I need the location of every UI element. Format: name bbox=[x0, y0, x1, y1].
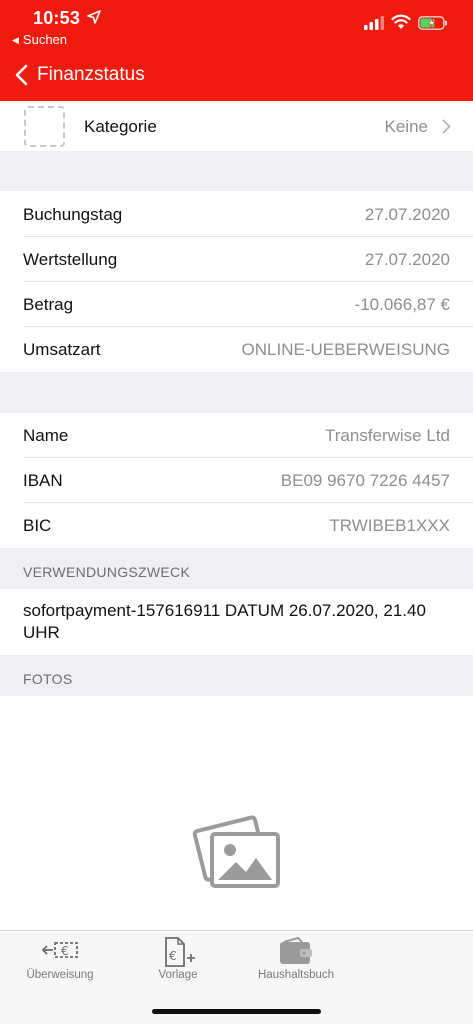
category-value: Keine bbox=[384, 117, 428, 136]
detail-value: 27.07.2020 bbox=[364, 205, 450, 224]
purpose-header-label: VERWENDUNGSZWECK bbox=[23, 564, 191, 580]
detail-row-booking-day: Buchungstag 27.07.2020 bbox=[0, 191, 473, 237]
detail-label: Umsatzart bbox=[23, 340, 101, 359]
detail-row-transaction-type: Umsatzart ONLINE-UEBERWEISUNG bbox=[0, 327, 473, 372]
detail-value: 27.07.2020 bbox=[364, 250, 450, 269]
wifi-icon bbox=[391, 14, 411, 29]
detail-row-amount: Betrag -10.066,87 € bbox=[0, 282, 473, 327]
photos-section-header: FOTOS bbox=[0, 655, 473, 696]
back-chevron-icon[interactable] bbox=[14, 64, 28, 86]
detail-row-name: Name Transferwise Ltd bbox=[0, 413, 473, 458]
tab-label: Vorlage bbox=[158, 969, 198, 981]
top-bar: 10:53 ◀ Suchen Finanzstatus bbox=[0, 0, 473, 101]
detail-label: Betrag bbox=[23, 295, 74, 314]
chevron-right-icon bbox=[442, 119, 451, 134]
cellular-signal-icon bbox=[364, 16, 384, 30]
category-label: Kategorie bbox=[84, 117, 157, 136]
detail-row-bic: BIC TRWIBEB1XXX bbox=[0, 503, 473, 548]
detail-row-iban: IBAN BE09 9670 7226 4457 bbox=[0, 458, 473, 503]
detail-value: TRWIBEB1XXX bbox=[329, 516, 450, 535]
purpose-text: sofortpayment-157616911 DATUM 26.07.2020… bbox=[23, 601, 426, 642]
purpose-section-header: VERWENDUNGSZWECK bbox=[0, 548, 473, 589]
wallet-icon bbox=[280, 936, 312, 964]
detail-label: Name bbox=[23, 426, 69, 445]
section-gap bbox=[0, 151, 473, 191]
location-arrow-icon bbox=[87, 10, 101, 24]
detail-value: Transferwise Ltd bbox=[324, 426, 450, 445]
status-time: 10:53 bbox=[33, 8, 81, 28]
category-row[interactable]: Kategorie Keine bbox=[0, 101, 473, 151]
svg-text:€: € bbox=[61, 944, 69, 958]
svg-text:€: € bbox=[169, 949, 177, 963]
page-title[interactable]: Finanzstatus bbox=[37, 64, 145, 86]
transfer-icon: € bbox=[41, 942, 78, 958]
detail-value: ONLINE-UEBERWEISUNG bbox=[241, 340, 450, 359]
template-icon: € bbox=[165, 937, 195, 967]
back-to-app-link[interactable]: ◀ Suchen bbox=[12, 32, 67, 47]
photos-header-label: FOTOS bbox=[23, 671, 73, 687]
tab-label: Überweisung bbox=[26, 969, 94, 981]
home-indicator[interactable] bbox=[152, 1009, 321, 1014]
category-placeholder-icon bbox=[24, 106, 65, 147]
back-triangle-icon: ◀ bbox=[12, 35, 19, 45]
battery-charging-icon bbox=[418, 16, 447, 30]
tab-template[interactable]: € Vorlage bbox=[140, 931, 216, 991]
detail-value: BE09 9670 7226 4457 bbox=[280, 471, 450, 490]
detail-value: -10.066,87 € bbox=[354, 295, 450, 314]
section-gap bbox=[0, 372, 473, 413]
tab-transfer[interactable]: € Überweisung bbox=[17, 931, 103, 991]
detail-row-value-date: Wertstellung 27.07.2020 bbox=[0, 237, 473, 282]
detail-label: Buchungstag bbox=[23, 205, 123, 224]
detail-label: IBAN bbox=[23, 471, 63, 490]
photo-placeholder-icon[interactable] bbox=[192, 812, 282, 890]
detail-label: BIC bbox=[23, 516, 52, 535]
detail-label: Wertstellung bbox=[23, 250, 118, 269]
back-app-label: Suchen bbox=[22, 32, 68, 47]
tab-label: Haushaltsbuch bbox=[257, 969, 335, 981]
tab-household-book[interactable]: Haushaltsbuch bbox=[250, 931, 342, 991]
